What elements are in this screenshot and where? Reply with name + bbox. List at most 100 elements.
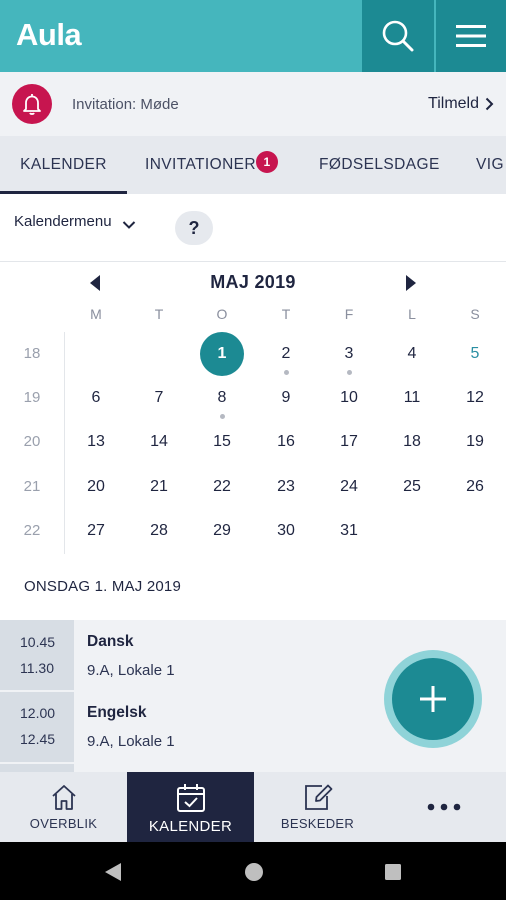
notification-badge [12,84,52,124]
chevron-down-icon [122,220,135,229]
notification-action-label: Tilmeld [428,95,479,112]
plus-icon [420,686,446,712]
tab-vig[interactable]: VIG [476,136,504,194]
calendar-day[interactable]: 5 [453,332,497,376]
weekday-label: F [344,306,354,322]
next-month-button[interactable] [404,270,418,296]
main-menu-button[interactable] [434,0,506,72]
event-indicator-dot [219,414,225,419]
calendar-day[interactable]: 24 [327,465,371,509]
calendar-day[interactable]: 26 [453,465,497,509]
nav-kalender[interactable]: KALENDER [127,772,254,842]
selected-date-heading: ONSDAG 1. MAJ 2019 [24,578,181,595]
event-end-time: 12.45 [20,731,56,747]
nav-label: OVERBLIK [29,816,98,831]
event-time: 10.45 11.30 [0,620,74,690]
nav-more[interactable] [381,772,506,842]
month-title: MAJ 2019 [210,272,296,292]
calendar-day[interactable]: 11 [390,376,434,420]
add-event-button[interactable] [392,658,474,740]
event-start-time: 12.00 [20,705,56,721]
nav-label: KALENDER [148,818,233,835]
nav-label: BESKEDER [280,816,355,831]
calendar-day[interactable]: 7 [137,376,181,420]
tab-label: FØDSELSDAGE [319,156,440,173]
calendar-day[interactable]: 31 [327,509,371,553]
calendar-menu-dropdown[interactable]: Kalendermenu [14,213,136,230]
tab-label: VIG [476,156,504,173]
hamburger-menu-icon [456,25,486,47]
event-item-partial [0,764,74,772]
week-number: 22 [23,522,41,539]
calendar-day[interactable]: 14 [137,420,181,464]
event-indicator-dot [346,370,352,375]
nav-overblik[interactable]: OVERBLIK [0,772,127,842]
tab-foedselsdage[interactable]: FØDSELSDAGE [319,136,440,194]
calendar-check-icon [176,784,205,812]
app-logo: Aula [16,17,82,52]
weekday-label: L [408,306,416,322]
event-title: Engelsk [87,704,147,721]
calendar-day[interactable]: 28 [137,509,181,553]
event-end-time: 11.30 [20,660,54,676]
calendar-day[interactable]: 22 [200,465,244,509]
calendar-day[interactable]: 10 [327,376,371,420]
compose-icon [304,784,332,810]
calendar-day[interactable]: 12 [453,376,497,420]
home-circle-icon[interactable] [244,862,264,882]
system-navigation-bar [0,842,506,900]
calendar-day[interactable]: 17 [327,420,371,464]
week-number: 21 [23,478,41,495]
bell-icon [23,94,41,115]
bottom-navigation: OVERBLIK KALENDER BESKEDER [0,772,506,842]
triangle-right-icon [406,275,416,291]
calendar-day[interactable]: 29 [200,509,244,553]
more-dots-icon [427,803,460,811]
search-button[interactable] [362,0,434,72]
tab-label: KALENDER [20,156,107,173]
calendar-menu-label: Kalendermenu [14,213,112,230]
notification-text: Invitation: Møde [72,96,179,113]
weekday-label: S [470,306,480,322]
calendar-day[interactable]: 18 [390,420,434,464]
help-button[interactable]: ? [175,211,213,245]
event-time: 12.00 12.45 [0,692,74,762]
calendar-day[interactable]: 16 [264,420,308,464]
calendar-day[interactable]: 23 [264,465,308,509]
tab-invitationer[interactable]: INVITATIONER 1 [145,136,279,194]
weekday-label: M [90,306,102,322]
calendar-day[interactable]: 25 [390,465,434,509]
calendar-day[interactable]: 30 [264,509,308,553]
chevron-right-icon [485,97,494,111]
calendar-day[interactable]: 21 [137,465,181,509]
home-icon [51,785,76,810]
calendar-day[interactable]: 20 [74,465,118,509]
calendar-day[interactable]: 13 [74,420,118,464]
back-triangle-icon[interactable] [103,862,123,882]
week-number: 18 [23,345,41,362]
week-number: 20 [23,433,41,450]
event-start-time: 10.45 [20,634,56,650]
calendar-tabs: KALENDER INVITATIONER 1 FØDSELSDAGE VIG [0,136,506,194]
weekday-label: T [154,306,164,322]
calendar-day[interactable]: 15 [200,420,244,464]
calendar-day[interactable]: 9 [264,376,308,420]
nav-beskeder[interactable]: BESKEDER [254,772,381,842]
recents-square-icon[interactable] [384,863,402,881]
calendar-day[interactable]: 6 [74,376,118,420]
week-number: 19 [23,389,41,406]
weekday-label: O [216,306,228,322]
calendar-day[interactable]: 4 [390,332,434,376]
weekday-label: T [281,306,291,322]
tab-label: INVITATIONER [145,156,257,173]
notification-action-link[interactable]: Tilmeld [428,95,494,113]
calendar-day[interactable]: 19 [453,420,497,464]
notification-bar[interactable]: Invitation: Møde Tilmeld [0,72,506,136]
invitation-count-badge: 1 [256,151,279,173]
week-number-divider [64,332,65,554]
search-icon [382,20,414,52]
tab-kalender[interactable]: KALENDER [0,136,127,194]
calendar-day[interactable]: 1 [200,332,244,376]
calendar-day[interactable]: 27 [74,509,118,553]
app-header: Aula [0,0,506,72]
